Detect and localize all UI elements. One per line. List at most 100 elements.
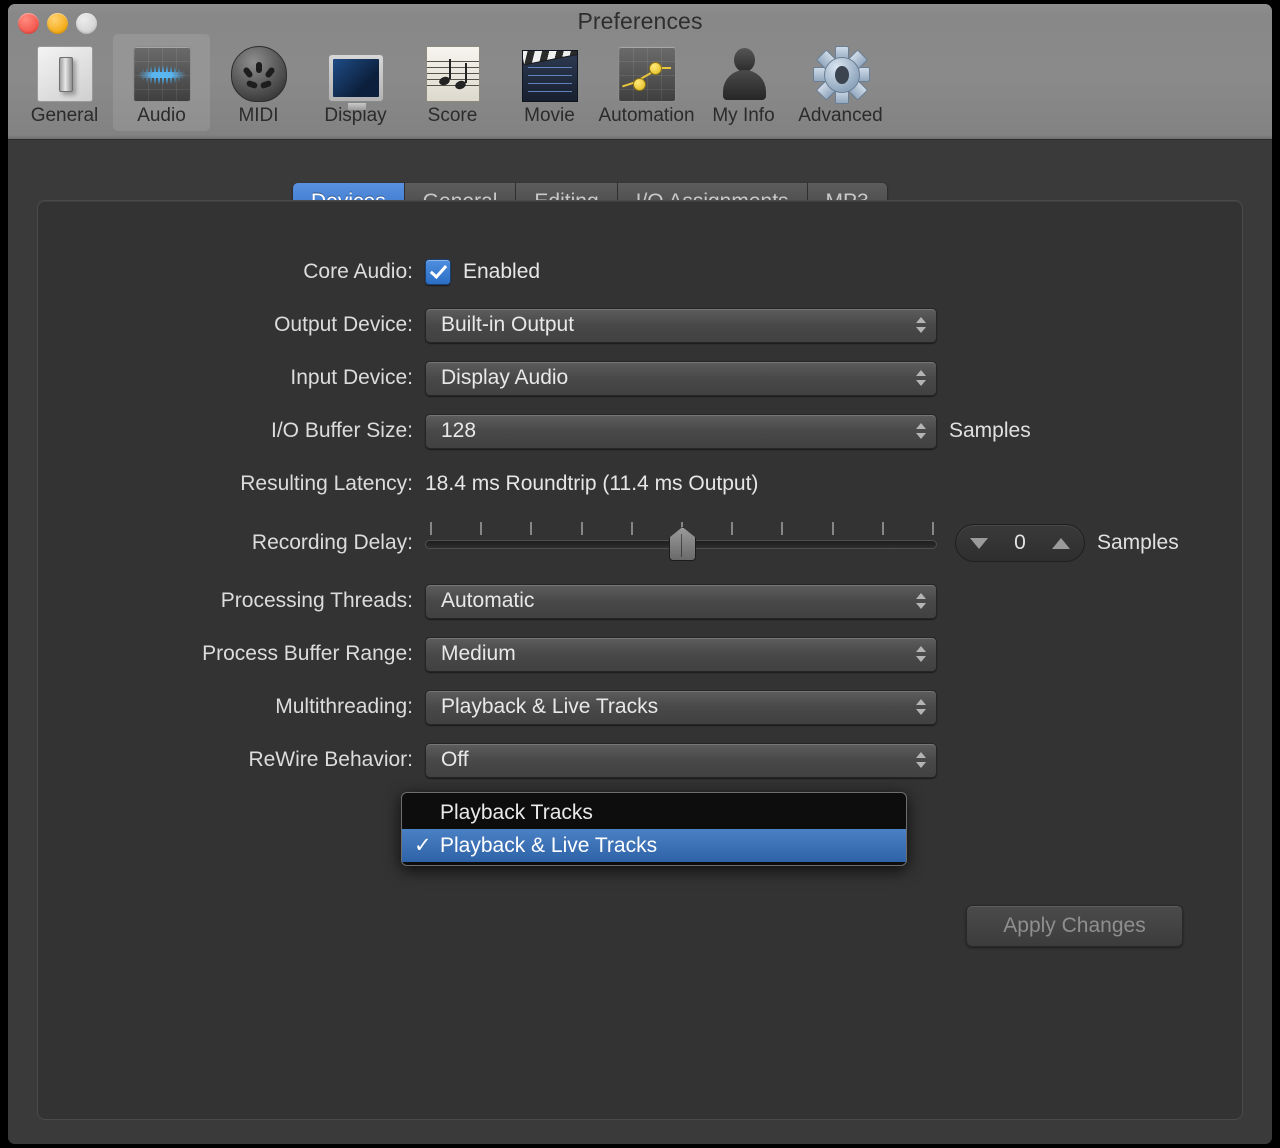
row-process-buffer-range: Process Buffer Range: Medium — [68, 637, 937, 671]
output-device-select[interactable]: Built-in Output — [425, 308, 937, 343]
toolbar-item-score[interactable]: Score — [404, 34, 501, 131]
label-processing-threads: Processing Threads: — [68, 589, 425, 613]
row-recording-delay: Recording Delay: 0 Samples — [68, 521, 1179, 565]
preferences-window: Preferences General Audio — [8, 4, 1272, 1144]
label-core-audio: Core Audio: — [68, 260, 425, 284]
label-multithreading: Multithreading: — [68, 695, 425, 719]
chevron-updown-icon — [916, 317, 926, 333]
advanced-icon — [813, 46, 869, 102]
chevron-updown-icon — [916, 646, 926, 662]
toolbar-label-advanced: Advanced — [792, 105, 889, 127]
toolbar-label-midi: MIDI — [210, 105, 307, 127]
score-icon — [426, 46, 480, 102]
recording-delay-slider[interactable] — [425, 522, 937, 564]
slider-tick — [530, 522, 532, 535]
row-processing-threads: Processing Threads: Automatic — [68, 584, 937, 618]
process-buffer-range-value: Medium — [426, 642, 516, 666]
stepper-decrement-icon[interactable] — [970, 538, 988, 549]
title-bar: Preferences General Audio — [8, 4, 1272, 140]
toolbar-label-audio: Audio — [113, 105, 210, 127]
io-buffer-size-value: 128 — [426, 419, 476, 443]
toolbar-label-general: General — [16, 105, 113, 127]
row-input-device: Input Device: Display Audio — [68, 361, 937, 395]
multithreading-select[interactable]: Playback & Live Tracks — [425, 690, 937, 725]
rewire-behavior-value: Off — [426, 748, 469, 772]
input-device-value: Display Audio — [426, 366, 568, 390]
label-process-buffer-range: Process Buffer Range: — [68, 642, 425, 666]
toolbar-label-automation: Automation — [598, 105, 695, 127]
slider-tick — [882, 522, 884, 535]
toolbar-label-movie: Movie — [501, 105, 598, 127]
row-output-device: Output Device: Built-in Output — [68, 308, 937, 342]
output-device-value: Built-in Output — [426, 313, 574, 337]
checkmark-icon: ✓ — [414, 833, 440, 858]
multithreading-value: Playback & Live Tracks — [426, 695, 658, 719]
recording-delay-stepper[interactable]: 0 — [955, 524, 1085, 562]
label-output-device: Output Device: — [68, 313, 425, 337]
process-buffer-range-select[interactable]: Medium — [425, 637, 937, 672]
row-resulting-latency: Resulting Latency: 18.4 ms Roundtrip (11… — [68, 467, 758, 501]
slider-tick — [781, 522, 783, 535]
slider-tick — [731, 522, 733, 535]
chevron-updown-icon — [916, 370, 926, 386]
label-recording-delay: Recording Delay: — [68, 531, 425, 555]
resulting-latency-value: 18.4 ms Roundtrip (11.4 ms Output) — [425, 472, 758, 496]
recording-delay-value: 0 — [1014, 531, 1026, 555]
toolbar-label-score: Score — [404, 105, 501, 127]
input-device-select[interactable]: Display Audio — [425, 361, 937, 396]
menu-item-playback-and-live-tracks[interactable]: ✓ Playback & Live Tracks — [402, 829, 906, 862]
row-io-buffer-size: I/O Buffer Size: 128 Samples — [68, 414, 1031, 448]
toolbar-item-general[interactable]: General — [16, 34, 113, 131]
movie-icon — [522, 50, 578, 102]
core-audio-checkbox-label: Enabled — [463, 260, 540, 284]
preferences-toolbar: General Audio — [16, 34, 889, 131]
chevron-updown-icon — [916, 423, 926, 439]
core-audio-checkbox[interactable] — [425, 259, 451, 285]
menu-item-playback-tracks[interactable]: Playback Tracks — [402, 796, 906, 829]
toolbar-label-my-info: My Info — [695, 105, 792, 127]
my-info-icon — [717, 46, 771, 102]
toolbar-item-midi[interactable]: MIDI — [210, 34, 307, 131]
slider-tick — [631, 522, 633, 535]
io-buffer-size-select[interactable]: 128 — [425, 414, 937, 449]
slider-tick — [480, 522, 482, 535]
menu-item-label: Playback Tracks — [440, 801, 593, 825]
label-input-device: Input Device: — [68, 366, 425, 390]
multithreading-popup-menu: Playback Tracks ✓ Playback & Live Tracks — [401, 792, 907, 866]
automation-icon — [618, 46, 676, 102]
general-icon — [37, 46, 93, 102]
chevron-updown-icon — [916, 593, 926, 609]
toolbar-item-audio[interactable]: Audio — [113, 34, 210, 131]
toolbar-item-advanced[interactable]: Advanced — [792, 34, 889, 131]
preferences-content: Devices General Editing I/O Assignments … — [8, 140, 1272, 1144]
toolbar-item-display[interactable]: Display — [307, 34, 404, 131]
row-multithreading: Multithreading: Playback & Live Tracks — [68, 690, 937, 724]
row-rewire-behavior: ReWire Behavior: Off — [68, 743, 937, 777]
processing-threads-select[interactable]: Automatic — [425, 584, 937, 619]
label-rewire-behavior: ReWire Behavior: — [68, 748, 425, 772]
label-resulting-latency: Resulting Latency: — [68, 472, 425, 496]
toolbar-item-my-info[interactable]: My Info — [695, 34, 792, 131]
rewire-behavior-select[interactable]: Off — [425, 743, 937, 778]
apply-changes-button[interactable]: Apply Changes — [966, 905, 1183, 947]
toolbar-item-automation[interactable]: Automation — [598, 34, 695, 131]
stepper-increment-icon[interactable] — [1052, 538, 1070, 549]
io-buffer-size-unit: Samples — [949, 419, 1031, 443]
chevron-updown-icon — [916, 699, 926, 715]
menu-item-label: Playback & Live Tracks — [440, 834, 657, 858]
audio-icon — [133, 46, 191, 102]
label-io-buffer-size: I/O Buffer Size: — [68, 419, 425, 443]
slider-tick — [430, 522, 432, 535]
slider-tick — [581, 522, 583, 535]
slider-tick — [932, 522, 934, 535]
window-title: Preferences — [8, 8, 1272, 35]
row-core-audio: Core Audio: Enabled — [68, 255, 540, 289]
midi-icon — [231, 46, 287, 102]
toolbar-item-movie[interactable]: Movie — [501, 34, 598, 131]
slider-tick — [832, 522, 834, 535]
waveform-glyph — [138, 65, 186, 85]
chevron-updown-icon — [916, 752, 926, 768]
display-icon — [328, 54, 384, 102]
recording-delay-unit: Samples — [1097, 531, 1179, 555]
processing-threads-value: Automatic — [426, 589, 534, 613]
